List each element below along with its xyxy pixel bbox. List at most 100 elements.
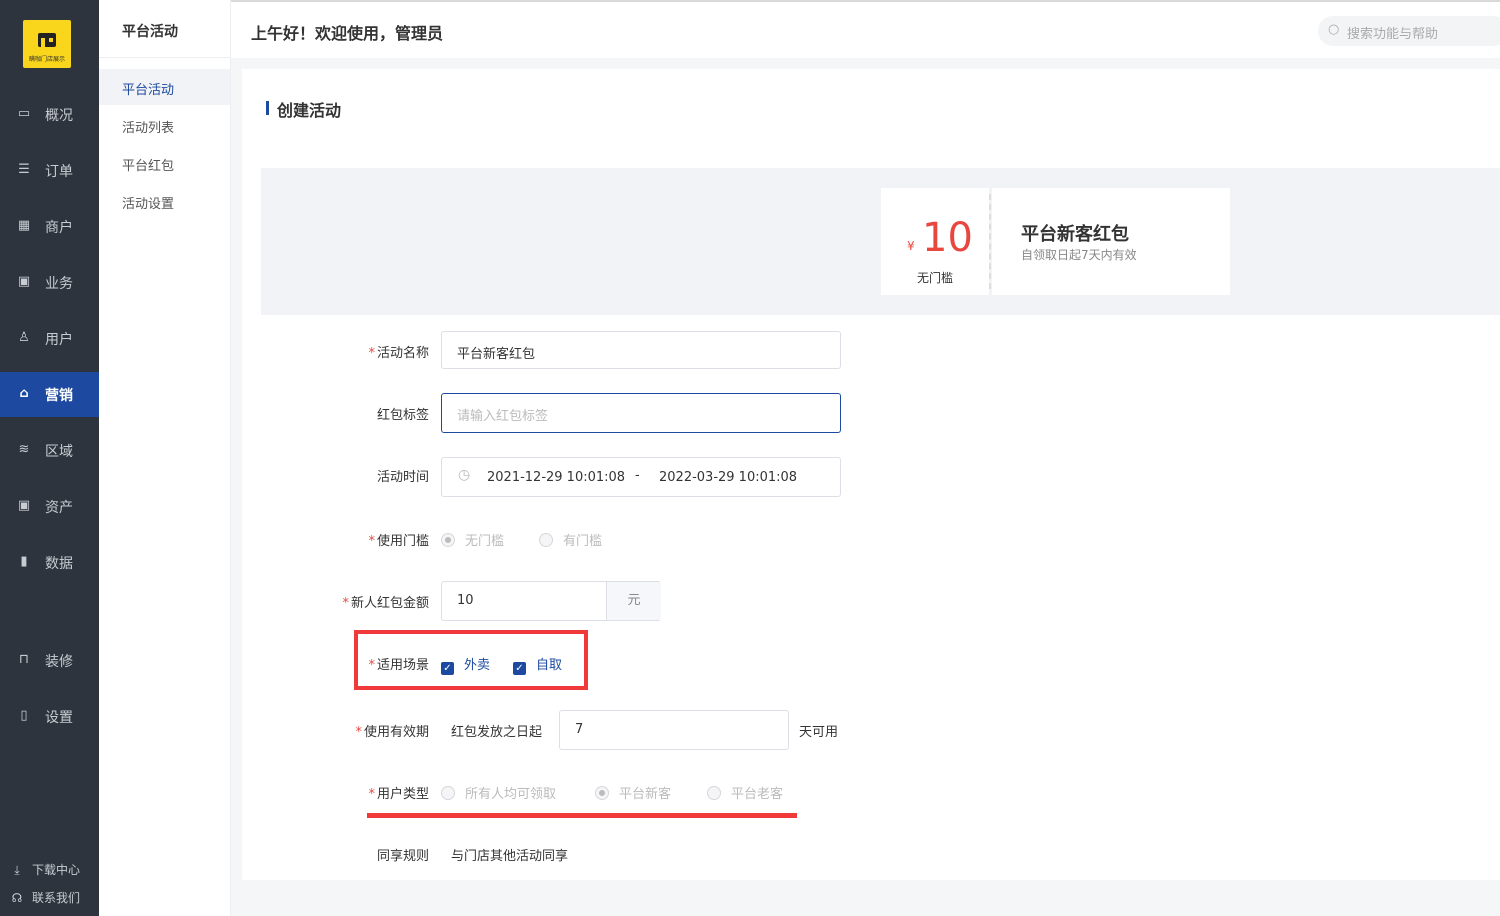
document-icon: ☰ — [18, 162, 30, 177]
coupon-preview: ¥ 10 无门槛 平台新客红包 自领取日起7天内有效 — [261, 168, 1500, 315]
sidebar-item-label: 业务 — [45, 276, 73, 292]
contact-us-link[interactable]: ☊ 联系我们 — [10, 889, 80, 906]
sidebar-item-overview[interactable]: ▭ 概况 — [0, 92, 99, 137]
download-center-label: 下载中心 — [32, 863, 81, 877]
time-separator: - — [635, 468, 640, 483]
download-center-link[interactable]: ⤓ 下载中心 — [10, 861, 80, 878]
sidebar-item-label: 营销 — [45, 388, 73, 404]
sidebar-item-data[interactable]: ▮ 数据 — [0, 540, 99, 585]
headset-icon: ☊ — [11, 891, 23, 905]
sidebar-item-marketing[interactable]: ⌂ 营销 — [0, 372, 99, 417]
sidebar-item-label: 订单 — [45, 164, 73, 180]
coupon-threshold: 无门槛 — [916, 271, 953, 285]
sidebar-item-label: 装修 — [45, 654, 73, 670]
create-activity-card: 创建活动 ¥ 10 无门槛 平台新客红包 自领取日起7天内有效 — [242, 69, 1500, 880]
radio-old-users[interactable]: 平台老客 — [707, 783, 783, 802]
briefcase-icon: ▣ — [17, 274, 31, 289]
clock-icon: ◷ — [458, 467, 471, 483]
download-icon: ⤓ — [14, 863, 20, 877]
radio-has-threshold[interactable]: 有门槛 — [539, 530, 602, 549]
sidebar-item-label: 区域 — [45, 444, 73, 460]
wallet-icon: ▣ — [17, 498, 31, 513]
radio-icon — [595, 786, 609, 800]
share-rule-value: 与门店其他活动同享 — [451, 849, 569, 864]
page-title: 创建活动 — [265, 97, 341, 121]
sidebar-item-label: 资产 — [45, 500, 73, 516]
activity-name-input[interactable]: 平台新客红包 — [441, 331, 841, 369]
validity-label: * 使用有效期 — [355, 725, 429, 740]
user-icon: ♙ — [18, 330, 30, 345]
divider — [99, 57, 230, 58]
radio-icon — [539, 533, 553, 547]
submenu-item-activity-list[interactable]: 活动列表 — [99, 107, 230, 143]
amount-label: * 新人红包金额 — [342, 596, 429, 611]
sidebar-item-assets[interactable]: ▣ 资产 — [0, 484, 99, 529]
share-rule-label: 同享规则 — [376, 849, 429, 864]
submenu-item-label: 活动设置 — [122, 197, 175, 212]
submenu-item-platform-redpacket[interactable]: 平台红包 — [99, 145, 230, 181]
sidebar-item-label: 商户 — [45, 220, 73, 236]
submenu-item-platform-activity[interactable]: 平台活动 — [99, 69, 230, 105]
search-input[interactable]: ○ 搜索功能与帮助 — [1318, 16, 1500, 46]
sidebar-item-business[interactable]: ▣ 业务 — [0, 260, 99, 305]
main-sidebar: 瞒咖门店展示 ▭ 概况 ☰ 订单 ▦ 商户 ▣ 业务 ♙ 用户 ⌂ 营销 ≋ 区… — [0, 0, 99, 916]
coupon-amount: 10 — [922, 215, 973, 261]
sidebar-item-label: 用户 — [45, 332, 73, 348]
logo-text: 瞒咖门店展示 — [28, 56, 65, 63]
validity-suffix: 天可用 — [799, 725, 839, 740]
sidebar-item-decoration[interactable]: ⊓ 装修 — [0, 638, 99, 683]
submenu-title: 平台活动 — [122, 24, 178, 40]
store-icon: ▦ — [17, 218, 31, 233]
contact-us-label: 联系我们 — [32, 891, 81, 905]
app-logo[interactable]: 瞒咖门店展示 — [23, 20, 71, 68]
sidebar-item-label: 概况 — [45, 108, 73, 124]
activity-time-label: 活动时间 — [376, 470, 429, 485]
redpacket-tag-placeholder: 请输入红包标签 — [457, 409, 549, 424]
sidebar-item-merchants[interactable]: ▦ 商户 — [0, 204, 99, 249]
monitor-icon: ▭ — [17, 106, 31, 121]
sidebar-item-label: 设置 — [45, 710, 73, 726]
threshold-label: * 使用门槛 — [368, 534, 429, 549]
coupon-amount-panel: ¥ 10 无门槛 — [881, 188, 989, 295]
marketing-icon: ⌂ — [19, 386, 29, 401]
sidebar-item-region[interactable]: ≋ 区域 — [0, 428, 99, 473]
settings-icon: ▯ — [20, 708, 28, 723]
amount-value: 10 — [457, 593, 474, 608]
activity-name-label: * 活动名称 — [368, 346, 429, 361]
amount-input[interactable]: 10 元 — [441, 581, 661, 621]
redpacket-tag-label: 红包标签 — [376, 408, 429, 423]
radio-no-threshold[interactable]: 无门槛 — [441, 530, 504, 549]
submenu-item-activity-settings[interactable]: 活动设置 — [99, 183, 230, 219]
currency-symbol: ¥ — [907, 239, 915, 253]
coupon-divider — [989, 194, 991, 289]
top-header: 上午好！欢迎使用，管理员 ○ 搜索功能与帮助 — [231, 2, 1500, 58]
highlight-underline — [367, 813, 797, 818]
validity-days-value: 7 — [575, 722, 584, 737]
sidebar-item-settings[interactable]: ▯ 设置 — [0, 694, 99, 739]
greeting-text: 上午好！欢迎使用，管理员 — [251, 24, 444, 43]
validity-prefix: 红包发放之日起 — [451, 725, 543, 740]
radio-icon — [441, 533, 455, 547]
sidebar-item-users[interactable]: ♙ 用户 — [0, 316, 99, 361]
coupon-info-panel: 平台新客红包 自领取日起7天内有效 — [992, 188, 1230, 295]
highlight-box — [354, 630, 588, 690]
shop-icon — [38, 33, 56, 47]
sidebar-item-label: 数据 — [45, 556, 73, 572]
radio-icon — [707, 786, 721, 800]
brush-icon: ⊓ — [18, 652, 30, 667]
radio-icon — [441, 786, 455, 800]
activity-time-picker[interactable]: ◷ 2021-12-29 10:01:08 - 2022-03-29 10:01… — [441, 457, 841, 497]
redpacket-tag-input[interactable]: 请输入红包标签 — [441, 393, 841, 433]
activity-name-value: 平台新客红包 — [457, 347, 536, 362]
radio-new-users[interactable]: 平台新客 — [595, 783, 671, 802]
radio-all-users[interactable]: 所有人均可领取 — [441, 783, 556, 802]
submenu-item-label: 平台活动 — [122, 83, 175, 98]
submenu-item-label: 平台红包 — [122, 159, 175, 174]
search-icon: ○ — [1328, 22, 1340, 37]
user-type-label: * 用户类型 — [368, 787, 429, 802]
submenu-item-label: 活动列表 — [122, 121, 175, 136]
end-time: 2022-03-29 10:01:08 — [659, 470, 798, 485]
database-icon: ≋ — [18, 442, 30, 457]
validity-days-input[interactable]: 7 — [559, 710, 789, 750]
sidebar-item-orders[interactable]: ☰ 订单 — [0, 148, 99, 193]
